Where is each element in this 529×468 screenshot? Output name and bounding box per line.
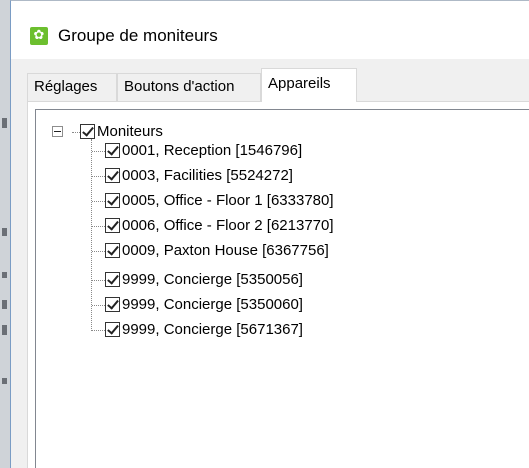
tree-item-label[interactable]: 0003, Facilities [5524272] bbox=[122, 167, 293, 184]
window-title: Groupe de moniteurs bbox=[58, 26, 218, 45]
collapse-toggle[interactable] bbox=[52, 126, 63, 137]
device-checkbox[interactable] bbox=[105, 272, 120, 287]
device-checkbox[interactable] bbox=[105, 218, 120, 233]
app-icon: ✿ bbox=[30, 27, 48, 45]
desktop-background bbox=[0, 0, 10, 468]
tree-connector bbox=[91, 139, 92, 331]
tab-label: Réglages bbox=[34, 78, 98, 95]
desktop-mark bbox=[2, 228, 7, 236]
tree-connector bbox=[92, 280, 105, 281]
tree-root-label[interactable]: Moniteurs bbox=[97, 123, 163, 140]
tree-connector bbox=[92, 176, 105, 177]
tree-connector bbox=[92, 151, 105, 152]
device-checkbox[interactable] bbox=[105, 322, 120, 337]
tab-appareils[interactable]: Appareils bbox=[261, 68, 357, 102]
tree-connector bbox=[92, 305, 105, 306]
desktop-mark bbox=[2, 378, 7, 384]
tab-boutons-action[interactable]: Boutons d'action bbox=[117, 73, 261, 101]
desktop-mark bbox=[2, 272, 7, 278]
device-checkbox[interactable] bbox=[105, 143, 120, 158]
desktop-mark bbox=[2, 300, 7, 309]
device-checkbox[interactable] bbox=[105, 193, 120, 208]
monitor-group-dialog: ✿ Groupe de moniteurs Réglages Boutons d… bbox=[10, 0, 529, 468]
tree-connector bbox=[92, 251, 105, 252]
tree-item-label[interactable]: 9999, Concierge [5350060] bbox=[122, 296, 303, 313]
device-checkbox[interactable] bbox=[105, 168, 120, 183]
device-checkbox[interactable] bbox=[105, 297, 120, 312]
device-checkbox[interactable] bbox=[105, 243, 120, 258]
title-bar[interactable]: ✿ Groupe de moniteurs bbox=[11, 1, 529, 59]
tree-item-label[interactable]: 0009, Paxton House [6367756] bbox=[122, 242, 329, 259]
tree-connector bbox=[72, 132, 80, 133]
tab-label: Appareils bbox=[268, 75, 331, 92]
desktop-mark bbox=[2, 118, 7, 128]
monitor-tree[interactable]: Moniteurs 0001, Reception [1546796] 0003… bbox=[35, 109, 529, 468]
tab-panel-appareils: Moniteurs 0001, Reception [1546796] 0003… bbox=[27, 101, 529, 468]
tree-item-label[interactable]: 0001, Reception [1546796] bbox=[122, 142, 302, 159]
tab-label: Boutons d'action bbox=[124, 78, 235, 95]
tree-item-label[interactable]: 0006, Office - Floor 2 [6213770] bbox=[122, 217, 334, 234]
tree-item-label[interactable]: 0005, Office - Floor 1 [6333780] bbox=[122, 192, 334, 209]
tab-reglages[interactable]: Réglages bbox=[27, 73, 117, 101]
tree-connector bbox=[92, 330, 105, 331]
root-checkbox[interactable] bbox=[80, 124, 95, 139]
tree-connector bbox=[92, 201, 105, 202]
tree-connector bbox=[92, 226, 105, 227]
desktop-mark bbox=[2, 325, 7, 335]
tree-item-label[interactable]: 9999, Concierge [5671367] bbox=[122, 321, 303, 338]
tree-item-label[interactable]: 9999, Concierge [5350056] bbox=[122, 271, 303, 288]
